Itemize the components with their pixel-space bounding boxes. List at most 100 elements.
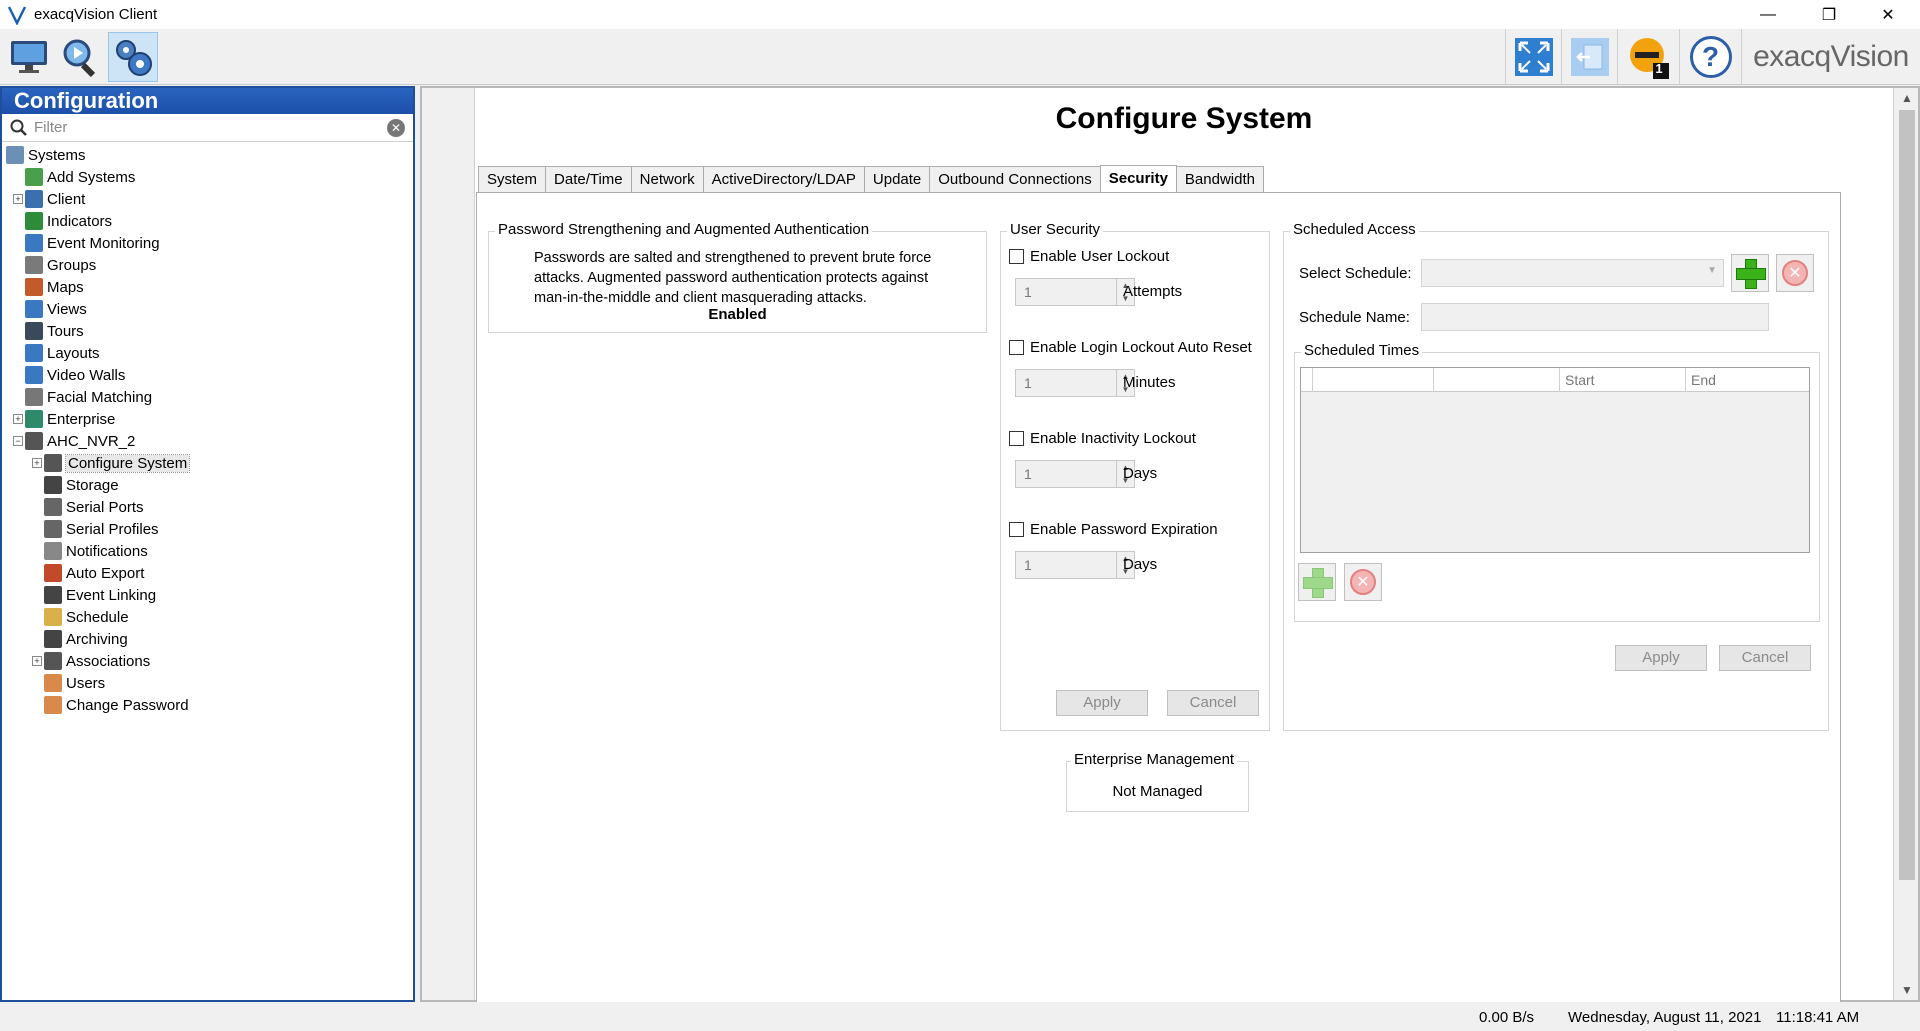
restore-button[interactable]: ❐: [1806, 0, 1852, 29]
alarms-button[interactable]: 1: [1617, 29, 1679, 85]
vertical-scrollbar[interactable]: ▲ ▼: [1896, 88, 1918, 1000]
delete-schedule-button[interactable]: ✕: [1776, 254, 1814, 292]
tab-security[interactable]: Security: [1099, 165, 1177, 192]
tab-activedirectory-ldap[interactable]: ActiveDirectory/LDAP: [702, 166, 865, 192]
table-column: [1301, 368, 1313, 392]
select-schedule-dropdown[interactable]: ▼: [1421, 259, 1724, 287]
value-spinbox[interactable]: 1 ▲ ▼: [1015, 278, 1135, 306]
clear-filter-icon[interactable]: ✕: [387, 119, 405, 137]
exit-fullscreen-button[interactable]: [1561, 29, 1617, 85]
schedule-name-input[interactable]: [1421, 303, 1769, 331]
sidebar-item-server[interactable]: − AHC_NVR_2: [2, 430, 413, 452]
expand-icon[interactable]: +: [32, 656, 42, 666]
scroll-thumb[interactable]: [1899, 110, 1915, 880]
checkbox-icon[interactable]: [1009, 522, 1024, 537]
add-schedule-button[interactable]: [1731, 254, 1769, 292]
option-checkbox[interactable]: Enable Login Lockout Auto Reset: [1009, 339, 1252, 356]
spinbox-unit: Days: [1123, 465, 1158, 482]
security-tab-panel: Password Strengthening and Augmented Aut…: [476, 192, 1841, 1002]
sidebar-item-event-monitoring[interactable]: Event Monitoring: [2, 232, 413, 254]
sidebar-item-facial-matching[interactable]: Facial Matching: [2, 386, 413, 408]
scheduled-access-group: Scheduled Access Select Schedule: ▼ ✕ Sc…: [1283, 221, 1829, 731]
sidebar-item-indicators[interactable]: Indicators: [2, 210, 413, 232]
sidebar-item-label: Users: [66, 674, 106, 692]
sidebar-item-systems[interactable]: Systems: [2, 144, 413, 166]
archiving-icon: [44, 630, 62, 648]
user-security-cancel-button[interactable]: Cancel: [1167, 690, 1259, 716]
live-view-button[interactable]: [4, 32, 54, 82]
sidebar-item-label: Indicators: [47, 212, 113, 230]
checkbox-label: Enable User Lockout: [1030, 248, 1170, 265]
option-checkbox[interactable]: Enable Inactivity Lockout: [1009, 430, 1196, 447]
sidebar-item-client[interactable]: + Client: [2, 188, 413, 210]
sidebar-item-associations[interactable]: + Associations: [2, 650, 413, 672]
tab-date-time[interactable]: Date/Time: [545, 166, 632, 192]
sidebar-item-auto-export[interactable]: Auto Export: [2, 562, 413, 584]
delete-time-button[interactable]: ✕: [1344, 563, 1382, 601]
notifications-icon: [44, 542, 62, 560]
sidebar-item-serial-ports[interactable]: Serial Ports: [2, 496, 413, 518]
checkbox-icon[interactable]: [1009, 340, 1024, 355]
scroll-down-icon[interactable]: ▼: [1896, 980, 1918, 1000]
search-playback-button[interactable]: [56, 32, 106, 82]
expand-icon[interactable]: +: [32, 458, 42, 468]
sidebar-item-label: Layouts: [47, 344, 100, 362]
sidebar-item-change-password[interactable]: Change Password: [2, 694, 413, 716]
tab-network[interactable]: Network: [630, 166, 704, 192]
checkbox-icon[interactable]: [1009, 249, 1024, 264]
sidebar-item-archiving[interactable]: Archiving: [2, 628, 413, 650]
configuration-button[interactable]: [108, 32, 158, 82]
value-spinbox[interactable]: 1 ▲ ▼: [1015, 551, 1135, 579]
expand-icon[interactable]: +: [13, 194, 23, 204]
tab-outbound-connections[interactable]: Outbound Connections: [929, 166, 1101, 192]
value-spinbox[interactable]: 1 ▲ ▼: [1015, 369, 1135, 397]
sidebar-item-tours[interactable]: Tours: [2, 320, 413, 342]
sidebar-item-serial-profiles[interactable]: Serial Profiles: [2, 518, 413, 540]
value-spinbox[interactable]: 1 ▲ ▼: [1015, 460, 1135, 488]
add-time-button[interactable]: [1298, 563, 1336, 601]
title-bar: exacqVision Client — ❐ ✕: [0, 0, 1920, 29]
sidebar-item-video-walls[interactable]: Video Walls: [2, 364, 413, 386]
scheduled-times-table[interactable]: Start End: [1300, 367, 1810, 553]
sidebar-item-notifications[interactable]: Notifications: [2, 540, 413, 562]
sidebar-item-add-systems[interactable]: Add Systems: [2, 166, 413, 188]
collapse-icon[interactable]: −: [13, 436, 23, 446]
sidebar-item-maps[interactable]: Maps: [2, 276, 413, 298]
config-tree: Systems Add Systems + Client Indicators Event…: [2, 142, 413, 716]
sidebar-item-storage[interactable]: Storage: [2, 474, 413, 496]
schedule-icon: [44, 608, 62, 626]
configuration-sidebar: Configuration ✕ Systems Add Systems + Clien…: [0, 86, 415, 1002]
sidebar-item-views[interactable]: Views: [2, 298, 413, 320]
delete-icon: ✕: [1782, 260, 1808, 286]
add-systems-icon: [25, 168, 43, 186]
option-checkbox[interactable]: Enable User Lockout: [1009, 248, 1169, 265]
password-group-title: Password Strengthening and Augmented Aut…: [495, 221, 873, 238]
scheduled-access-cancel-button[interactable]: Cancel: [1719, 645, 1811, 671]
sidebar-item-configure-system[interactable]: + Configure System: [2, 452, 413, 474]
sidebar-item-layouts[interactable]: Layouts: [2, 342, 413, 364]
fullscreen-button[interactable]: [1505, 29, 1561, 85]
tab-bandwidth[interactable]: Bandwidth: [1175, 166, 1264, 192]
tab-update[interactable]: Update: [863, 166, 931, 192]
option-checkbox[interactable]: Enable Password Expiration: [1009, 521, 1218, 538]
sidebar-item-enterprise[interactable]: + Enterprise: [2, 408, 413, 430]
minimize-button[interactable]: —: [1745, 0, 1791, 29]
checkbox-icon[interactable]: [1009, 431, 1024, 446]
brand-area: exacqVision: [1741, 29, 1920, 85]
tab-system[interactable]: System: [478, 166, 547, 192]
expand-icon[interactable]: +: [13, 414, 23, 424]
sidebar-item-label: Tours: [47, 322, 84, 340]
views-icon: [25, 300, 43, 318]
scheduled-access-apply-button[interactable]: Apply: [1615, 645, 1707, 671]
sidebar-item-groups[interactable]: Groups: [2, 254, 413, 276]
help-button[interactable]: ?: [1679, 29, 1741, 85]
filter-input[interactable]: [34, 119, 374, 136]
sidebar-item-users[interactable]: Users: [2, 672, 413, 694]
scroll-up-icon[interactable]: ▲: [1896, 88, 1918, 108]
close-button[interactable]: ✕: [1865, 0, 1911, 29]
sidebar-item-schedule[interactable]: Schedule: [2, 606, 413, 628]
select-schedule-label: Select Schedule:: [1299, 265, 1412, 282]
user-security-apply-button[interactable]: Apply: [1056, 690, 1148, 716]
scheduled-access-title: Scheduled Access: [1290, 221, 1419, 238]
sidebar-item-event-linking[interactable]: Event Linking: [2, 584, 413, 606]
